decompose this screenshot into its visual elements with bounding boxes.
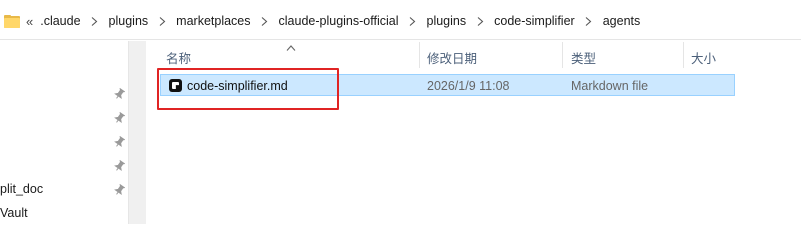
address-bar[interactable]: « .claude plugins marketplaces claude-pl… [0,0,801,40]
file-type: Markdown file [571,79,649,93]
nav-item-vault[interactable]: Vault [0,206,28,220]
folder-icon [4,14,20,28]
column-divider[interactable] [562,42,563,68]
column-divider[interactable] [683,42,684,68]
pin-icon [113,159,126,172]
pin-icon [113,135,126,148]
breadcrumb-marketplaces[interactable]: marketplaces [174,14,252,28]
chevron-right-icon[interactable] [154,13,170,29]
breadcrumb-overflow[interactable]: « [26,14,33,29]
nav-scrollbar[interactable] [128,41,146,224]
pin-icon [113,111,126,124]
breadcrumb-agents[interactable]: agents [601,14,643,28]
chevron-right-icon[interactable] [257,13,273,29]
annotation-highlight-box [157,68,339,110]
column-divider[interactable] [419,42,420,68]
column-header-type[interactable]: 类型 [571,48,596,67]
chevron-right-icon[interactable] [405,13,421,29]
file-modified: 2026/1/9 11:08 [427,79,510,93]
pin-icon [113,87,126,100]
breadcrumb-plugins[interactable]: plugins [107,14,151,28]
chevron-right-icon[interactable] [87,13,103,29]
column-header-size[interactable]: 大小 [691,48,716,67]
chevron-right-icon[interactable] [581,13,597,29]
sort-ascending-icon [286,40,296,51]
breadcrumb-claude[interactable]: .claude [38,14,82,28]
navigation-pane [0,41,146,224]
breadcrumb-code-simplifier[interactable]: code-simplifier [492,14,577,28]
chevron-right-icon[interactable] [472,13,488,29]
pin-icon [113,183,126,196]
column-header-modified[interactable]: 修改日期 [427,48,477,67]
breadcrumb-plugins-2[interactable]: plugins [425,14,469,28]
nav-item-plit-doc[interactable]: plit_doc [0,182,43,196]
breadcrumb-claude-plugins-official[interactable]: claude-plugins-official [277,14,401,28]
column-header-name[interactable]: 名称 [166,48,191,67]
